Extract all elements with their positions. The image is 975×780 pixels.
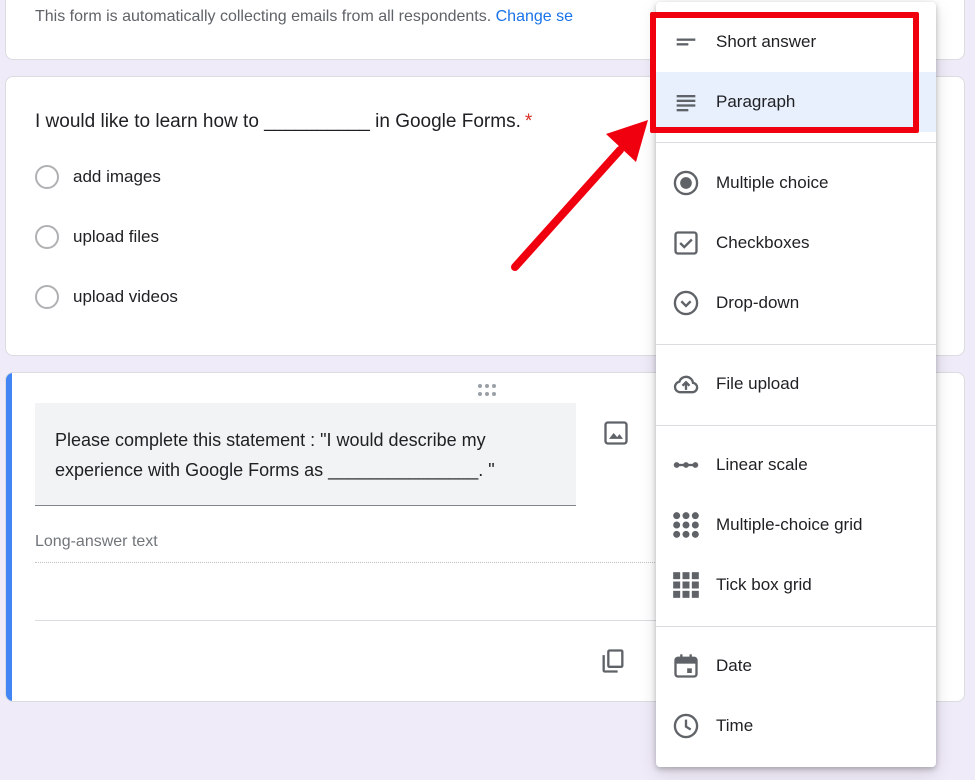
option-add-images[interactable]: add images (35, 163, 161, 191)
annotation-highlight-box (650, 12, 919, 133)
question-title-input[interactable]: Please complete this statement : "I woul… (35, 403, 576, 506)
option-upload-videos[interactable]: upload videos (35, 283, 178, 311)
email-notice-text: This form is automatically collecting em… (35, 8, 492, 25)
dot-grid-icon (673, 512, 699, 538)
menu-divider (656, 344, 936, 345)
duplicate-icon[interactable] (599, 647, 627, 675)
question-title-line: experience with Google Forms as ________… (55, 460, 495, 480)
menu-item-dropdown[interactable]: Drop-down (656, 273, 936, 333)
menu-item-label: Drop-down (716, 293, 800, 312)
menu-item-time[interactable]: Time (656, 696, 936, 756)
radio-icon[interactable] (35, 225, 59, 249)
square-grid-icon (673, 572, 699, 598)
menu-item-multiple-choice-grid[interactable]: Multiple-choice grid (656, 495, 936, 555)
menu-divider (656, 425, 936, 426)
radio-icon[interactable] (35, 285, 59, 309)
question-title-line: Please complete this statement : "I woul… (55, 430, 486, 450)
option-label: upload videos (73, 287, 178, 306)
annotation-arrow-icon (511, 120, 648, 271)
email-collection-notice: This form is automatically collecting em… (35, 8, 573, 26)
change-settings-link[interactable]: Change se (496, 8, 573, 25)
menu-item-label: Time (716, 716, 754, 735)
menu-item-linear-scale[interactable]: Linear scale (656, 435, 936, 495)
menu-divider (656, 142, 936, 143)
menu-item-label: Multiple choice (716, 173, 829, 192)
menu-item-multiple-choice[interactable]: Multiple choice (656, 153, 936, 213)
dropdown-circle-icon (673, 290, 699, 316)
long-answer-placeholder: Long-answer text (35, 533, 665, 563)
menu-divider (656, 626, 936, 627)
menu-item-checkboxes[interactable]: Checkboxes (656, 213, 936, 273)
menu-item-date[interactable]: Date (656, 636, 936, 696)
menu-item-label: Checkboxes (716, 233, 810, 252)
menu-item-label: Multiple-choice grid (716, 515, 863, 534)
drag-handle-icon[interactable] (476, 383, 498, 397)
menu-item-label: Linear scale (716, 455, 808, 474)
menu-item-tick-box-grid[interactable]: Tick box grid (656, 555, 936, 615)
radio-icon[interactable] (35, 165, 59, 189)
checkbox-icon (674, 231, 698, 255)
menu-item-label: Tick box grid (716, 575, 812, 594)
clock-icon (673, 713, 699, 739)
menu-item-file-upload[interactable]: File upload (656, 354, 936, 414)
option-label: add images (73, 167, 161, 186)
active-question-accent (6, 373, 12, 701)
add-image-icon[interactable] (602, 419, 630, 447)
question-title-text: I would like to learn how to __________ … (35, 111, 521, 132)
cloud-upload-icon (673, 375, 699, 394)
calendar-icon (674, 654, 698, 678)
option-upload-files[interactable]: upload files (35, 223, 159, 251)
menu-item-label: File upload (716, 374, 800, 393)
linear-scale-icon (673, 462, 699, 468)
footer-divider (35, 620, 665, 621)
menu-item-label: Date (716, 656, 752, 675)
option-label: upload files (73, 227, 160, 246)
question-title: I would like to learn how to __________ … (35, 111, 532, 133)
radio-button-icon (673, 170, 699, 196)
